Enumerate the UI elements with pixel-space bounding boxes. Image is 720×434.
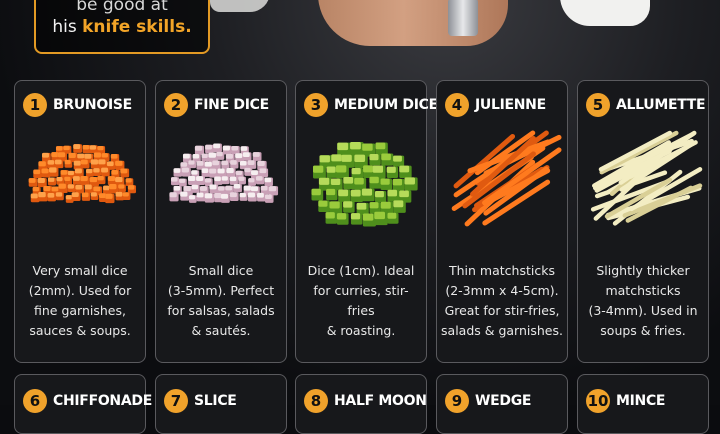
- card-heading: 6 CHIFFONADE: [23, 386, 152, 416]
- card-heading: 2 FINE DICE: [164, 90, 282, 120]
- card-description: Dice (1cm). Ideal for curries, stir-frie…: [307, 263, 415, 338]
- carrot-sticks-image: [451, 130, 562, 227]
- header-box: be good at his knife skills.: [34, 0, 210, 54]
- green-cubes-image: [311, 141, 418, 227]
- card-number-badge: 1: [23, 93, 47, 117]
- card-mince: 10 MINCE: [577, 374, 709, 434]
- header-highlight: knife skills.: [82, 17, 192, 37]
- card-description: Small dice (3-5mm). Perfect for salsas, …: [167, 263, 275, 338]
- header-prefix: his: [52, 17, 77, 37]
- card-title: BRUNOISE: [53, 97, 132, 113]
- card-title: ALLUMETTE: [616, 97, 706, 113]
- card-allumette: 5 ALLUMETTE Slightly thicker matchsticks…: [577, 80, 709, 363]
- card-heading: 8 HALF MOON: [304, 386, 427, 416]
- card-half-moon: 8 HALF MOON: [295, 374, 427, 434]
- card-description: Very small dice (2mm). Used for fine gar…: [28, 263, 132, 338]
- card-heading: 4 JULIENNE: [445, 90, 563, 120]
- card-description: Slightly thicker matchsticks (3-4mm). Us…: [588, 263, 698, 338]
- card-number-badge: 7: [164, 389, 188, 413]
- card-chiffonade: 6 CHIFFONADE: [14, 374, 152, 434]
- card-heading: 5 ALLUMETTE: [586, 90, 706, 120]
- onion-cubes-image: [169, 143, 279, 203]
- card-wedge: 9 WEDGE: [436, 374, 568, 434]
- card-heading: 9 WEDGE: [445, 386, 563, 416]
- card-heading: 1 BRUNOISE: [23, 90, 141, 120]
- card-brunoise: 1 BRUNOISE Very small dice (2mm). Used f…: [14, 80, 146, 363]
- card-title: MEDIUM DICE: [334, 97, 438, 113]
- card-title: FINE DICE: [194, 97, 269, 113]
- card-medium-dice: 3 MEDIUM DICE Dice (1cm). Ideal for curr…: [295, 80, 438, 363]
- card-heading: 3 MEDIUM DICE: [304, 90, 438, 120]
- card-number-badge: 3: [304, 93, 328, 117]
- card-heading: 7 SLICE: [164, 386, 282, 416]
- card-number-badge: 8: [304, 389, 328, 413]
- card-fine-dice: 2 FINE DICE Small dice (3-5mm). Perfect …: [155, 80, 287, 363]
- card-title: JULIENNE: [475, 97, 546, 113]
- card-slice: 7 SLICE: [155, 374, 287, 434]
- card-number-badge: 4: [445, 93, 469, 117]
- card-number-badge: 2: [164, 93, 188, 117]
- card-number-badge: 5: [586, 93, 610, 117]
- header-line2: his knife skills.: [36, 16, 208, 38]
- card-description: Thin matchsticks (2-3mm x 4-5cm). Great …: [441, 263, 563, 338]
- card-number-badge: 9: [445, 389, 469, 413]
- chef-hands: [318, 0, 508, 46]
- potato-sticks-image: [590, 130, 703, 226]
- orange-cubes-image: [28, 144, 137, 204]
- card-number-badge: 6: [23, 389, 47, 413]
- card-julienne: 4 JULIENNE Thin matchsticks (2-3mm x 4-5…: [436, 80, 568, 363]
- wristwatch: [448, 0, 478, 36]
- card-heading: 10 MINCE: [586, 386, 704, 416]
- card-title: MINCE: [616, 393, 666, 409]
- card-number-badge: 10: [586, 389, 610, 413]
- card-title: CHIFFONADE: [53, 393, 152, 409]
- card-title: HALF MOON: [334, 393, 427, 409]
- card-title: WEDGE: [475, 393, 532, 409]
- card-title: SLICE: [194, 393, 237, 409]
- header-line1: be good at: [76, 0, 168, 15]
